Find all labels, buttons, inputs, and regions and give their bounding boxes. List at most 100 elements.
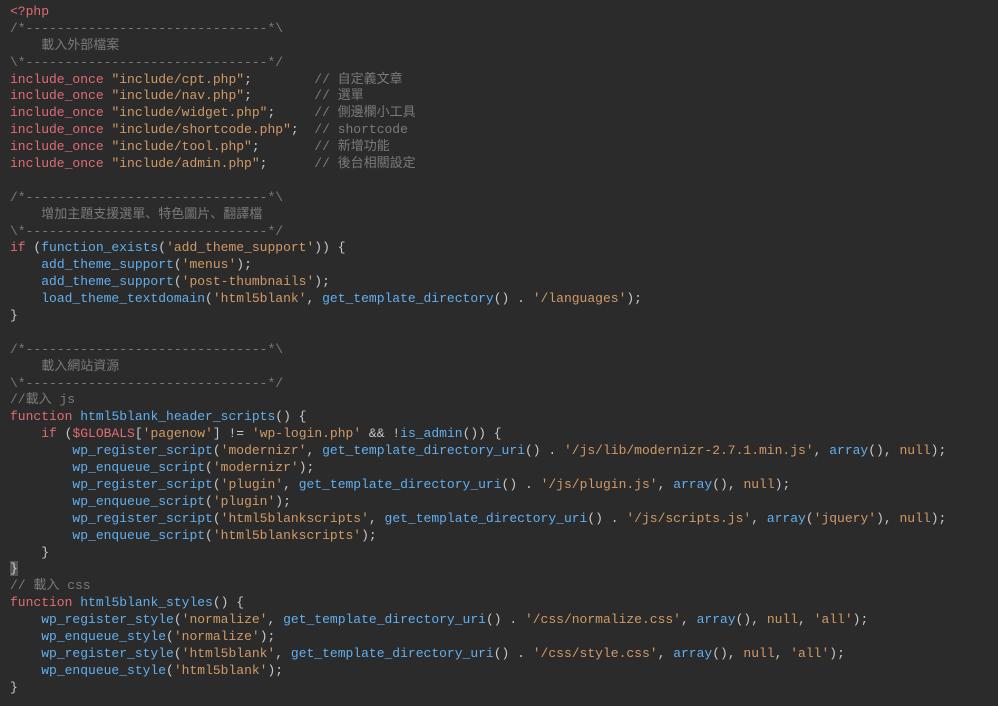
code-token: get_template_directory_uri <box>322 443 525 458</box>
code-token: 'pagenow' <box>143 426 213 441</box>
code-token: '/js/lib/modernizr-2.7.1.min.js' <box>564 443 814 458</box>
code-line[interactable]: 載入網站資源 <box>10 359 988 376</box>
code-line[interactable]: if (function_exists('add_theme_support')… <box>10 240 988 257</box>
code-token: // 載入 css <box>10 578 91 593</box>
code-token: // 選單 <box>314 88 363 103</box>
code-token: wp_enqueue_style <box>41 663 166 678</box>
code-line[interactable]: function html5blank_header_scripts() { <box>10 409 988 426</box>
code-line[interactable]: wp_register_script('modernizr', get_temp… <box>10 443 988 460</box>
code-token: "include/shortcode.php" <box>111 122 290 137</box>
code-token: ( <box>158 240 166 255</box>
code-token: ; <box>252 139 314 154</box>
code-line[interactable]: } <box>10 680 988 697</box>
code-token: 'post-thumbnails' <box>182 274 315 289</box>
code-token: [ <box>135 426 143 441</box>
code-token: , <box>307 443 323 458</box>
code-token: , <box>369 511 385 526</box>
code-token <box>10 460 72 475</box>
code-token: include_once <box>10 72 104 87</box>
code-token: 'wp-login.php' <box>252 426 361 441</box>
code-token: } <box>10 680 18 695</box>
code-line[interactable]: add_theme_support('menus'); <box>10 257 988 274</box>
code-token: wp_register_script <box>72 511 212 526</box>
code-token: 'modernizr' <box>221 443 307 458</box>
code-token: ); <box>361 528 377 543</box>
code-token: get_template_directory <box>322 291 494 306</box>
code-token: \*-------------------------------*/ <box>10 224 283 239</box>
code-line[interactable]: function html5blank_styles() { <box>10 595 988 612</box>
code-token: ; <box>244 72 314 87</box>
code-line[interactable]: wp_enqueue_script('plugin'); <box>10 494 988 511</box>
code-line[interactable]: wp_enqueue_style('normalize'); <box>10 629 988 646</box>
code-line[interactable]: if ($GLOBALS['pagenow'] != 'wp-login.php… <box>10 426 988 443</box>
code-token: 增加主題支援選單、特色圖片、翻譯檔 <box>10 207 262 222</box>
code-token <box>10 257 41 272</box>
code-line[interactable]: 載入外部檔案 <box>10 38 988 55</box>
code-line[interactable]: wp_register_style('html5blank', get_temp… <box>10 646 988 663</box>
code-token: ( <box>806 511 814 526</box>
code-token: 'html5blank' <box>174 663 268 678</box>
code-token: ( <box>213 443 221 458</box>
code-line[interactable]: /*-------------------------------*\ <box>10 21 988 38</box>
code-token: , <box>275 646 291 661</box>
code-line[interactable]: include_once "include/cpt.php"; // 自定義文章 <box>10 72 988 89</box>
code-token: () . <box>587 511 626 526</box>
code-line[interactable]: include_once "include/nav.php"; // 選單 <box>10 88 988 105</box>
code-line[interactable]: wp_enqueue_style('html5blank'); <box>10 663 988 680</box>
code-token: add_theme_support <box>41 257 174 272</box>
code-token: (), <box>868 443 899 458</box>
code-token <box>10 629 41 644</box>
code-line[interactable]: load_theme_textdomain('html5blank', get_… <box>10 291 988 308</box>
code-line[interactable]: } <box>10 545 988 562</box>
code-token: // 新增功能 <box>314 139 389 154</box>
code-token: add_theme_support <box>41 274 174 289</box>
code-token: wp_enqueue_script <box>72 528 205 543</box>
code-line[interactable]: \*-------------------------------*/ <box>10 55 988 72</box>
code-token: get_template_directory_uri <box>291 646 494 661</box>
code-line[interactable]: include_once "include/widget.php"; // 側邊… <box>10 105 988 122</box>
code-line[interactable]: /*-------------------------------*\ <box>10 342 988 359</box>
code-line[interactable]: add_theme_support('post-thumbnails'); <box>10 274 988 291</box>
code-line[interactable]: wp_register_style('normalize', get_templ… <box>10 612 988 629</box>
code-token: ( <box>57 426 73 441</box>
code-line[interactable] <box>10 325 988 342</box>
code-line[interactable]: wp_enqueue_script('modernizr'); <box>10 460 988 477</box>
code-token: ); <box>931 443 947 458</box>
code-line[interactable]: \*-------------------------------*/ <box>10 224 988 241</box>
code-token <box>10 477 72 492</box>
code-line[interactable]: wp_enqueue_script('html5blankscripts'); <box>10 528 988 545</box>
code-token: () . <box>494 646 533 661</box>
code-token: , <box>681 612 697 627</box>
code-line[interactable]: include_once "include/tool.php"; // 新增功能 <box>10 139 988 156</box>
code-token: ( <box>205 528 213 543</box>
code-token: /*-------------------------------*\ <box>10 21 283 36</box>
code-line[interactable]: \*-------------------------------*/ <box>10 376 988 393</box>
code-token: () . <box>502 477 541 492</box>
code-token: null <box>767 612 798 627</box>
code-token: ), <box>876 511 899 526</box>
code-token: ; <box>260 156 315 171</box>
code-token: include_once <box>10 156 104 171</box>
code-token: '/languages' <box>533 291 627 306</box>
code-token: } <box>10 308 18 323</box>
code-line[interactable] <box>10 173 988 190</box>
code-token: //載入 js <box>10 392 75 407</box>
code-line[interactable]: wp_register_script('html5blankscripts', … <box>10 511 988 528</box>
code-token <box>10 494 72 509</box>
code-editor[interactable]: <?php/*-------------------------------*\… <box>0 0 998 701</box>
code-token: get_template_directory_uri <box>299 477 502 492</box>
code-line[interactable]: <?php <box>10 4 988 21</box>
code-line[interactable]: //載入 js <box>10 392 988 409</box>
code-token: array <box>697 612 736 627</box>
code-token: $GLOBALS <box>72 426 134 441</box>
code-line[interactable]: wp_register_script('plugin', get_templat… <box>10 477 988 494</box>
code-line[interactable]: /*-------------------------------*\ <box>10 190 988 207</box>
code-line[interactable]: include_once "include/admin.php"; // 後台相… <box>10 156 988 173</box>
code-token: )) { <box>314 240 345 255</box>
code-line[interactable]: 增加主題支援選單、特色圖片、翻譯檔 <box>10 207 988 224</box>
code-line[interactable]: } <box>10 308 988 325</box>
code-line[interactable]: } <box>10 561 988 578</box>
code-line[interactable]: // 載入 css <box>10 578 988 595</box>
code-line[interactable]: include_once "include/shortcode.php"; //… <box>10 122 988 139</box>
code-token: if <box>10 240 26 255</box>
